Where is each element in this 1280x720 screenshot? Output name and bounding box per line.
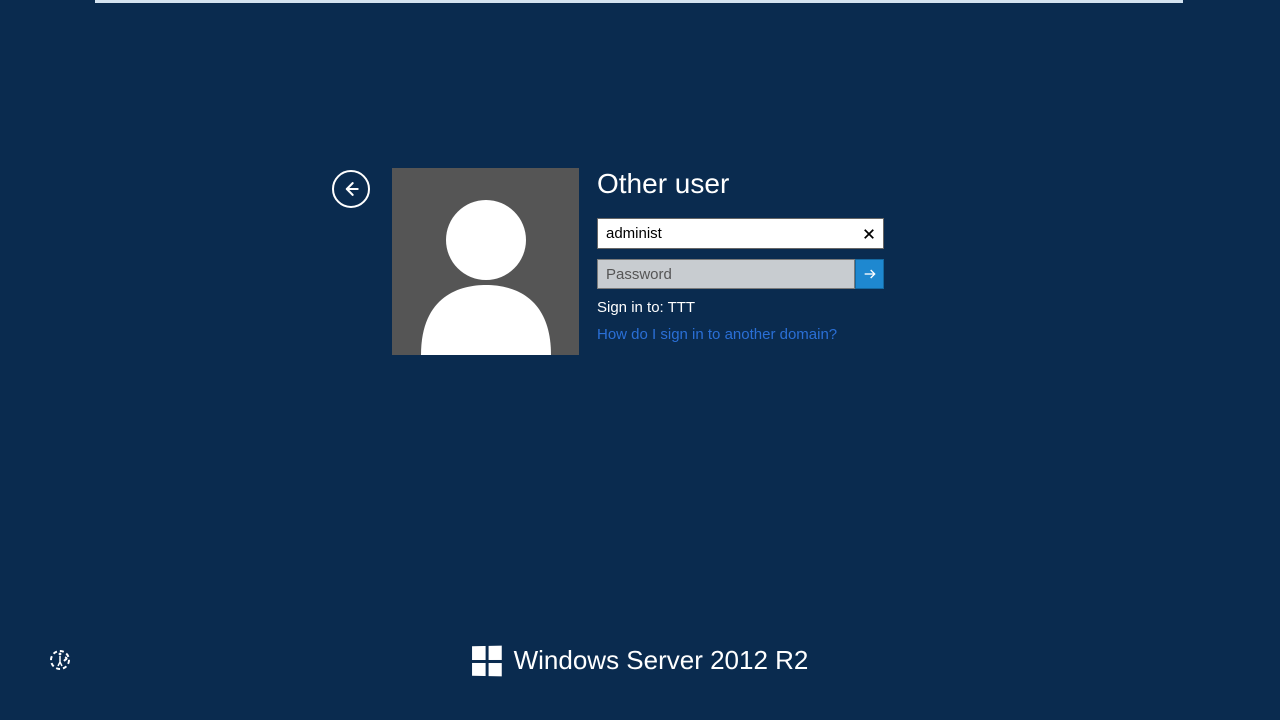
top-border <box>95 0 1183 3</box>
username-input[interactable] <box>598 219 855 248</box>
login-heading: Other user <box>597 168 884 200</box>
product-name: Windows Server 2012 R2 <box>514 645 809 676</box>
user-avatar <box>392 168 579 355</box>
login-form: Other user <box>597 168 884 343</box>
ease-of-access-icon <box>48 648 72 672</box>
signin-to-prefix: Sign in to: <box>597 299 668 316</box>
back-button[interactable] <box>332 170 370 208</box>
branding: Windows Server 2012 R2 <box>472 645 809 676</box>
close-icon <box>863 228 875 240</box>
username-field-wrap <box>597 218 884 249</box>
password-field-wrap <box>597 259 855 289</box>
arrow-left-icon <box>341 179 361 199</box>
signin-to-label: Sign in to: TTT <box>597 299 884 316</box>
other-domain-link[interactable]: How do I sign in to another domain? <box>597 326 884 343</box>
login-panel: Other user <box>332 168 884 355</box>
ease-of-access-button[interactable] <box>48 648 72 672</box>
submit-button[interactable] <box>855 259 884 289</box>
user-silhouette-icon <box>411 185 561 355</box>
password-input[interactable] <box>598 266 854 283</box>
arrow-right-icon <box>862 266 878 282</box>
signin-to-domain: TTT <box>668 299 696 316</box>
clear-username-button[interactable] <box>855 219 883 248</box>
windows-logo-icon <box>472 645 502 676</box>
